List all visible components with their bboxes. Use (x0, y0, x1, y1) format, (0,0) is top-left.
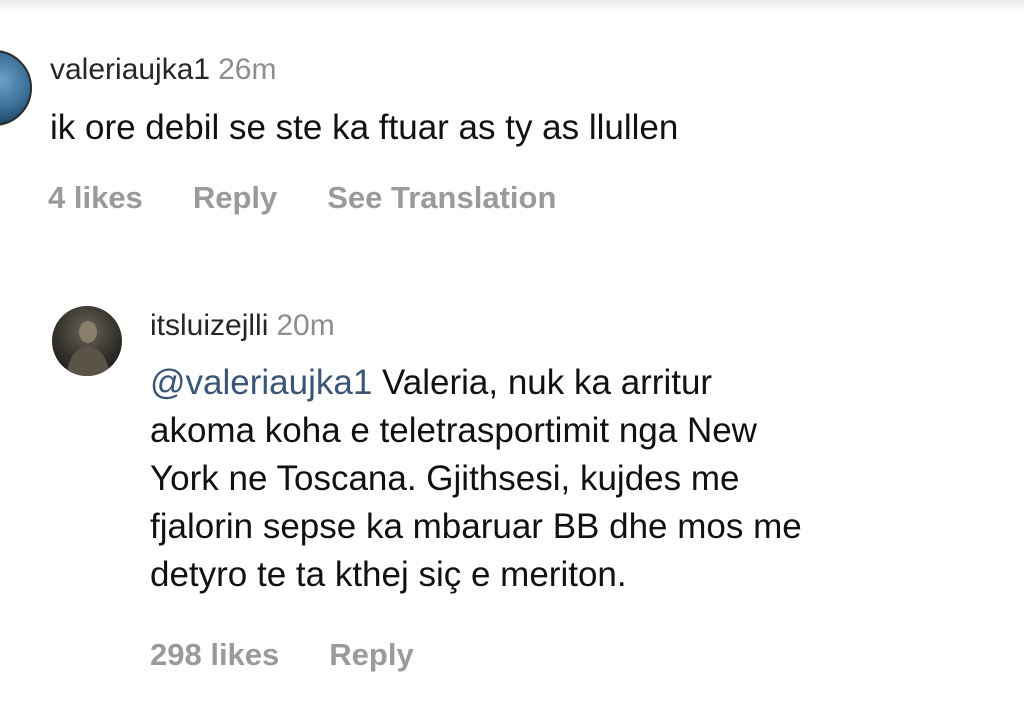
comment-item: itsluizejlli 20m @valeriaujka1 Valeria, n… (150, 308, 1010, 673)
avatar-valeriaujka1[interactable] (0, 50, 32, 126)
username[interactable]: itsluizejlli (150, 309, 268, 342)
comment-text-line: akoma koha e teletrasportimit nga New (150, 411, 757, 450)
timestamp: 20m (276, 309, 335, 342)
username[interactable]: valeriaujka1 (50, 53, 210, 86)
comment-item: valeriaujka1 26m ik ore debil se ste ka f… (48, 52, 1010, 216)
top-edge-shadow (0, 0, 1024, 12)
avatar-itsluizejlli[interactable] (52, 306, 122, 376)
comment-text-line: Valeria, nuk ka arritur (382, 363, 713, 402)
comment-actions: 4 likes Reply See Translation (48, 180, 1010, 216)
person-photo-icon (66, 321, 110, 376)
comment-text-line: York ne Toscana. Gjithsesi, kujdes me (150, 459, 740, 498)
comment-thread: valeriaujka1 26m ik ore debil se ste ka f… (0, 0, 1024, 701)
comment-text: @valeriaujka1 Valeria, nuk ka arritur ak… (150, 359, 990, 599)
reply-button[interactable]: Reply (193, 180, 277, 216)
comment-header: itsluizejlli 20m (150, 308, 1010, 344)
likes-count[interactable]: 298 likes (150, 637, 279, 673)
comment-actions: 298 likes Reply (150, 637, 1010, 673)
comment-text-line: detyro te ta kthej siç e meriton. (150, 555, 627, 594)
timestamp: 26m (218, 53, 277, 86)
see-translation-button[interactable]: See Translation (327, 180, 556, 216)
comment-header: valeriaujka1 26m (50, 52, 1010, 88)
likes-count[interactable]: 4 likes (48, 180, 143, 216)
comment-text-line: fjalorin sepse ka mbaruar BB dhe mos me (150, 507, 802, 546)
comment-text: ik ore debil se ste ka ftuar as ty as ll… (50, 108, 679, 147)
mention-link[interactable]: @valeriaujka1 (150, 363, 372, 402)
reply-button[interactable]: Reply (329, 637, 413, 673)
